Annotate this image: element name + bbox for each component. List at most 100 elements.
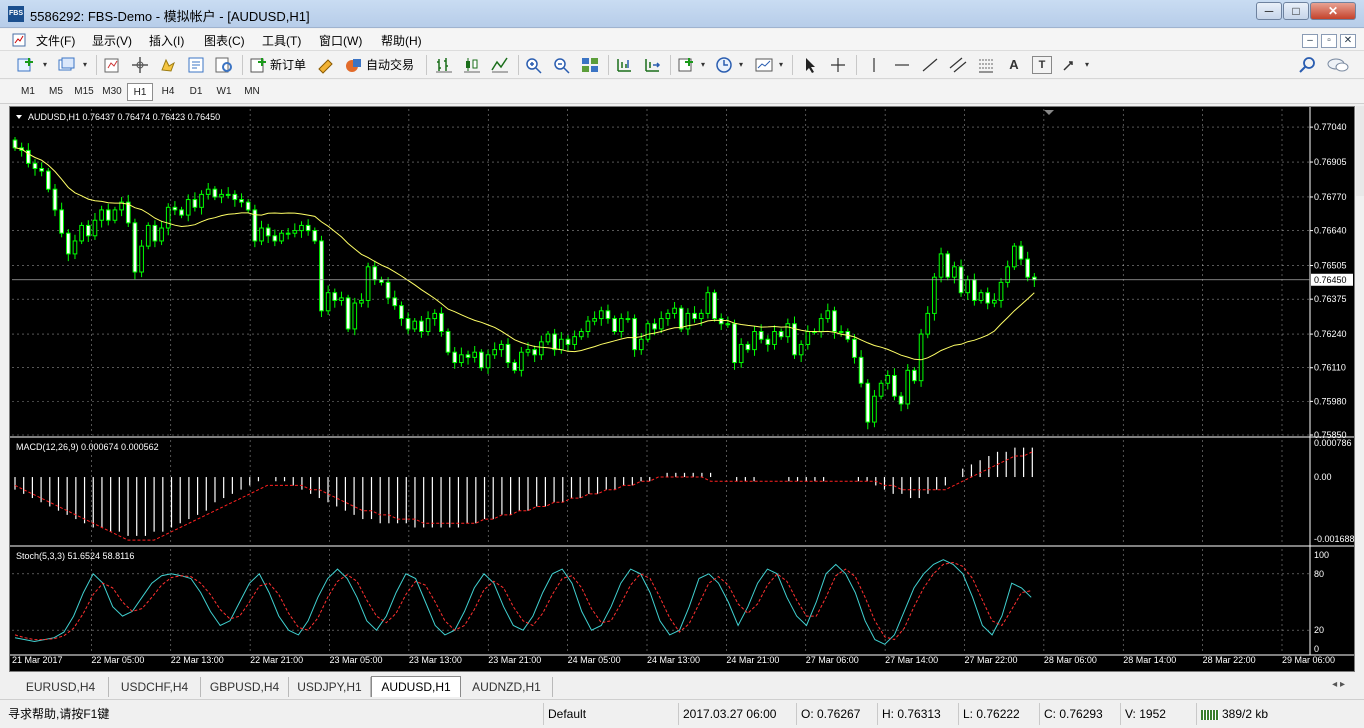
minimize-button[interactable]: ─ [1256,2,1282,20]
tab-scroll-arrows[interactable]: ◂ ▸ [1332,679,1345,690]
menu-window[interactable]: 窗口(W) [319,32,362,49]
timeframe-h1[interactable]: H1 [127,83,153,101]
timeframe-mn[interactable]: MN [239,83,265,101]
mdi-restore-button[interactable]: ▫ [1321,34,1337,48]
candle-body [705,292,711,314]
time-axis-label: 24 Mar 21:00 [726,655,779,665]
menu-tools[interactable]: 工具(T) [262,32,301,49]
tab-eurusd-h4[interactable]: EURUSD,H4 [13,677,109,697]
indicators-icon[interactable] [676,56,696,74]
text-tool-icon[interactable]: A [1004,56,1024,74]
arrows-dropdown-icon[interactable]: ▾ [1082,56,1092,74]
timeframe-d1[interactable]: D1 [183,83,209,101]
candle-body [312,230,318,242]
navigator-icon[interactable] [158,56,178,74]
status-help: 寻求帮助,请按F1键 [8,707,110,721]
timeframe-m30[interactable]: M30 [99,83,125,101]
candle-body [199,193,204,208]
new-order-icon[interactable] [248,56,268,74]
new-order-button[interactable]: 新订单 [268,56,308,74]
candle-body [945,253,951,278]
tile-windows-icon[interactable] [580,56,600,74]
text-label-icon[interactable]: T [1032,56,1052,74]
new-chart-dropdown-icon[interactable]: ▾ [40,56,50,74]
profiles-dropdown-icon[interactable]: ▾ [80,56,90,74]
bar-chart-icon[interactable] [434,56,454,74]
zoom-in-icon[interactable] [524,56,544,74]
price-axis-label: 0.76905 [1314,157,1347,167]
periods-icon[interactable] [714,56,734,74]
equidistant-channel-icon[interactable] [948,56,968,74]
status-close: C: 0.76293 [1039,703,1119,725]
candle-body [585,320,591,333]
market-watch-icon[interactable] [102,56,122,74]
maximize-button[interactable]: □ [1283,2,1309,20]
timeframe-h4[interactable]: H4 [155,83,181,101]
candle-body [332,292,338,301]
candle-body [965,279,971,294]
close-button[interactable]: ✕ [1310,2,1356,20]
menu-view[interactable]: 显示(V) [92,32,132,49]
candle-body [805,331,811,345]
line-chart-icon[interactable] [490,56,510,74]
candle-body [192,199,198,208]
candle-body [998,281,1004,301]
tab-audnzd-h1[interactable]: AUDNZD,H1 [461,677,553,697]
auto-trading-icon[interactable] [343,56,363,74]
timeframe-m15[interactable]: M15 [71,83,97,101]
candle-body [179,209,184,216]
candle-body [359,299,364,304]
mdi-minimize-button[interactable]: – [1302,34,1318,48]
price-axis-label: 0.76640 [1314,226,1347,236]
tab-usdjpy-h1[interactable]: USDJPY,H1 [289,677,371,697]
mdi-close-button[interactable]: ✕ [1340,34,1356,48]
zoom-out-icon[interactable] [552,56,572,74]
autoscroll-icon[interactable] [642,56,662,74]
menu-insert[interactable]: 插入(I) [149,32,184,49]
periods-dropdown-icon[interactable]: ▾ [736,56,746,74]
candle-body [272,235,278,242]
status-open: O: 0.76267 [796,703,876,725]
new-chart-icon[interactable] [16,56,36,74]
chat-icon[interactable] [1326,56,1350,74]
chart-canvas[interactable]: 21 Mar 2017 22 Mar 05:00 22 Mar 13:00 22 Ma… [10,107,1354,671]
chart-window[interactable]: 21 Mar 2017 22 Mar 05:00 22 Mar 13:00 22 Ma… [9,106,1355,672]
indicators-dropdown-icon[interactable]: ▾ [698,56,708,74]
main-toolbar: ▾ ▾ 新订单 自动交易 ▾ ▾ ▾ A T ▾ [0,51,1364,79]
candle-body [832,310,837,333]
menu-help[interactable]: 帮助(H) [381,32,422,49]
strategy-tester-icon[interactable] [214,56,234,74]
tab-gbpusd-h4[interactable]: GBPUSD,H4 [201,677,289,697]
toolbar-separator [96,55,97,75]
templates-dropdown-icon[interactable]: ▾ [776,56,786,74]
vertical-scrollbar[interactable] [1356,106,1364,196]
candle-body [279,232,284,242]
fibonacci-icon[interactable] [976,56,996,74]
chart-shift-icon[interactable] [614,56,634,74]
data-window-icon[interactable] [130,56,150,74]
vertical-line-icon[interactable] [864,56,884,74]
trendline-icon[interactable] [920,56,940,74]
timeframe-w1[interactable]: W1 [211,83,237,101]
search-icon[interactable] [1298,56,1318,74]
templates-icon[interactable] [754,56,774,74]
candle-body [519,351,524,371]
meta-editor-icon[interactable] [316,56,336,74]
profiles-icon[interactable] [56,56,76,74]
timeframe-m1[interactable]: M1 [15,83,41,101]
auto-trading-button[interactable]: 自动交易 [364,56,416,74]
menu-charts[interactable]: 图表(C) [204,32,245,49]
cursor-icon[interactable] [800,56,820,74]
tab-audusd-h1[interactable]: AUDUSD,H1 [371,676,461,697]
candlesticks-icon[interactable] [462,56,482,74]
terminal-icon[interactable] [186,56,206,74]
menu-file[interactable]: 文件(F) [36,32,75,49]
stoch-axis-label: 20 [1314,625,1324,635]
arrows-icon[interactable] [1060,56,1080,74]
timeframe-m5[interactable]: M5 [43,83,69,101]
tab-usdchf-h4[interactable]: USDCHF,H4 [109,677,201,697]
horizontal-line-icon[interactable] [892,56,912,74]
crosshair-icon[interactable] [828,56,848,74]
window-title: 5586292: FBS-Demo - 模拟帐户 - [AUDUSD,H1] [30,9,310,24]
price-axis-label: 0.75980 [1314,396,1347,406]
